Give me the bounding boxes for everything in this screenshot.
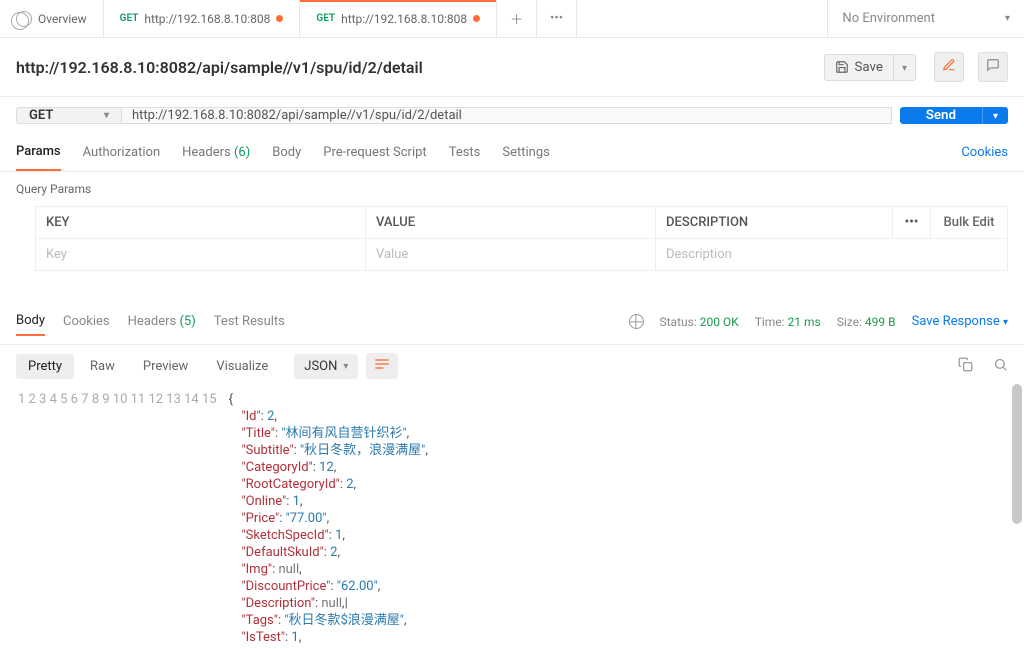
request-tabs: Params Authorization Headers (6) Body Pr… xyxy=(0,134,1024,172)
save-dropdown[interactable]: ▾ xyxy=(894,54,916,81)
save-button[interactable]: Save xyxy=(824,54,894,81)
environment-label: No Environment xyxy=(842,11,935,26)
view-raw[interactable]: Raw xyxy=(78,354,127,379)
tab-label: http://192.168.8.10:808 xyxy=(341,12,467,26)
chevron-down-icon: ▾ xyxy=(1003,317,1008,328)
tab-label: Overview xyxy=(38,12,87,26)
view-visualize[interactable]: Visualize xyxy=(204,354,280,379)
method-badge: GET xyxy=(120,13,139,24)
window-tabs: Overview GET http://192.168.8.10:808 GET… xyxy=(0,0,1024,38)
request-header: http://192.168.8.10:8082/api/sample//v1/… xyxy=(0,38,1024,97)
bulk-edit-button[interactable]: Bulk Edit xyxy=(931,207,1007,238)
cookies-link[interactable]: Cookies xyxy=(961,145,1008,160)
comment-icon xyxy=(986,58,1000,72)
chevron-down-icon: ▾ xyxy=(1005,13,1010,24)
view-pretty[interactable]: Pretty xyxy=(16,354,74,379)
search-button[interactable] xyxy=(993,357,1008,376)
new-tab-button[interactable]: ＋ xyxy=(497,0,537,37)
tab-request-2[interactable]: GET http://192.168.8.10:808 xyxy=(300,0,497,37)
table-row[interactable]: Key Value Description xyxy=(36,238,1007,270)
send-button[interactable]: Send xyxy=(900,107,982,124)
tab-prerequest[interactable]: Pre-request Script xyxy=(323,135,426,170)
comment-button[interactable] xyxy=(978,52,1008,82)
overview-icon xyxy=(16,11,32,27)
url-input[interactable]: http://192.168.8.10:8082/api/sample//v1/… xyxy=(121,107,892,124)
response-tabs: Body Cookies Headers (5) Test Results St… xyxy=(0,299,1024,345)
description-input[interactable]: Description xyxy=(656,238,1007,270)
view-preview[interactable]: Preview xyxy=(131,354,200,379)
response-status: Status: 200 OK Time: 21 ms Size: 499 B S… xyxy=(629,314,1009,329)
col-more-button[interactable]: ••• xyxy=(893,207,931,238)
chevron-down-icon: ▾ xyxy=(993,111,998,122)
send-dropdown[interactable]: ▾ xyxy=(982,107,1008,124)
pencil-icon xyxy=(942,58,956,72)
tab-overflow-button[interactable]: ••• xyxy=(537,0,577,37)
globe-icon[interactable] xyxy=(629,314,644,329)
tab-body[interactable]: Body xyxy=(272,135,301,170)
key-input[interactable]: Key xyxy=(36,238,366,270)
resp-tab-headers[interactable]: Headers (5) xyxy=(128,308,196,335)
dirty-dot-icon xyxy=(473,15,480,22)
resp-tab-body[interactable]: Body xyxy=(16,307,45,336)
col-key: KEY xyxy=(36,207,366,238)
tab-tests[interactable]: Tests xyxy=(449,135,481,170)
chevron-down-icon: ▾ xyxy=(902,63,907,74)
edit-button[interactable] xyxy=(934,52,964,82)
tab-overview[interactable]: Overview xyxy=(0,0,104,37)
send-label: Send xyxy=(926,108,956,123)
format-select[interactable]: JSON▾ xyxy=(294,354,358,379)
tab-request-1[interactable]: GET http://192.168.8.10:808 xyxy=(104,0,301,37)
scroll-thumb[interactable] xyxy=(1012,384,1022,524)
wrap-icon xyxy=(374,357,390,371)
resp-tab-tests[interactable]: Test Results xyxy=(214,308,285,335)
chevron-down-icon: ▾ xyxy=(104,110,109,121)
tab-headers[interactable]: Headers (6) xyxy=(182,135,250,170)
search-icon xyxy=(993,357,1008,372)
wrap-lines-button[interactable] xyxy=(366,353,398,379)
method-badge: GET xyxy=(316,13,335,24)
method-select[interactable]: GET ▾ xyxy=(16,107,121,124)
request-title: http://192.168.8.10:8082/api/sample//v1/… xyxy=(16,58,814,77)
response-view-bar: Pretty Raw Preview Visualize JSON▾ xyxy=(0,345,1024,387)
copy-button[interactable] xyxy=(958,357,973,376)
query-params-table: KEY VALUE DESCRIPTION ••• Bulk Edit Key … xyxy=(35,206,1008,271)
col-value: VALUE xyxy=(366,207,656,238)
response-body[interactable]: 1 2 3 4 5 6 7 8 9 10 11 12 13 14 15 { "I… xyxy=(0,387,1024,646)
method-value: GET xyxy=(29,108,53,123)
col-description: DESCRIPTION xyxy=(656,207,893,238)
line-gutter: 1 2 3 4 5 6 7 8 9 10 11 12 13 14 15 xyxy=(0,391,229,646)
chevron-down-icon: ▾ xyxy=(343,361,348,372)
code-content: { "Id": 2, "Title": "林间有风自营针织衫", "Subtit… xyxy=(229,391,428,646)
tab-settings[interactable]: Settings xyxy=(502,135,549,170)
url-row: GET ▾ http://192.168.8.10:8082/api/sampl… xyxy=(0,97,1024,134)
copy-icon xyxy=(958,357,973,372)
tab-authorization[interactable]: Authorization xyxy=(83,135,161,170)
scrollbar[interactable] xyxy=(1012,384,1022,645)
url-value: http://192.168.8.10:8082/api/sample//v1/… xyxy=(132,108,462,123)
tab-label: http://192.168.8.10:808 xyxy=(144,12,270,26)
tab-params[interactable]: Params xyxy=(16,134,61,171)
resp-tab-cookies[interactable]: Cookies xyxy=(63,308,110,335)
value-input[interactable]: Value xyxy=(366,238,656,270)
floppy-icon xyxy=(835,60,849,74)
query-params-title: Query Params xyxy=(0,172,1024,206)
dirty-dot-icon xyxy=(276,15,283,22)
environment-select[interactable]: No Environment ▾ xyxy=(827,0,1024,37)
save-label: Save xyxy=(854,60,883,75)
save-response-button[interactable]: Save Response ▾ xyxy=(912,314,1008,329)
